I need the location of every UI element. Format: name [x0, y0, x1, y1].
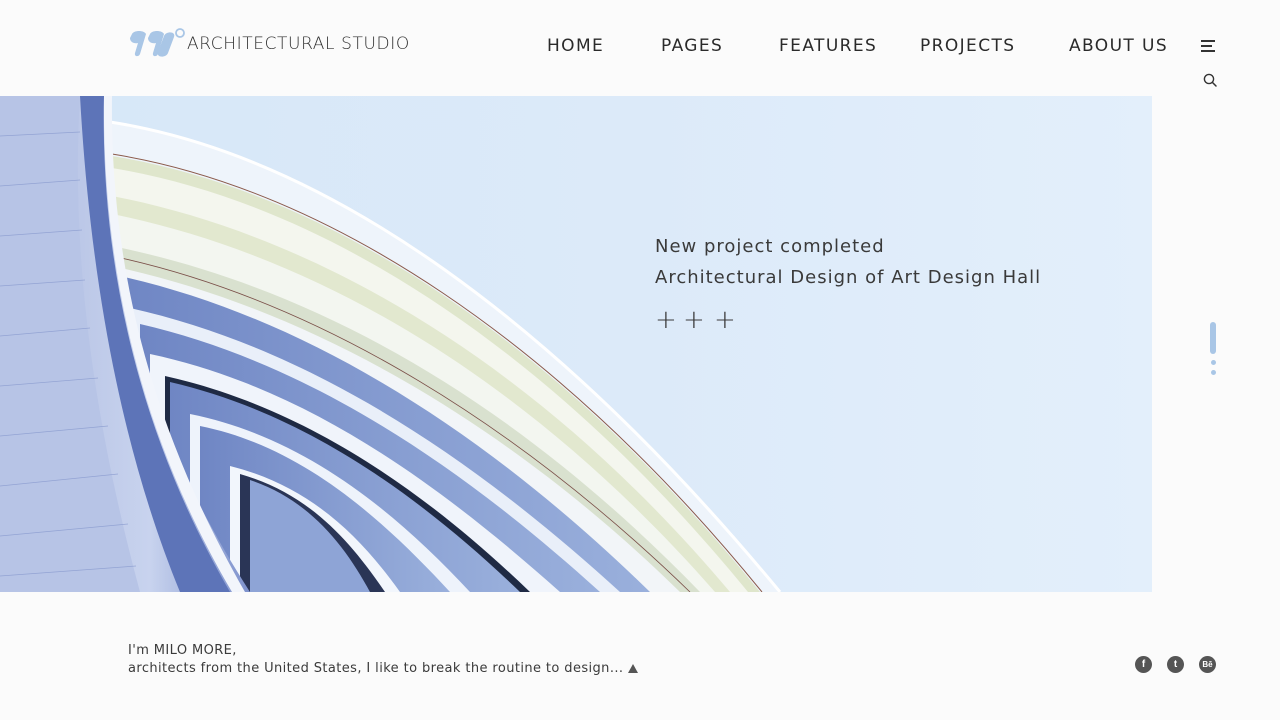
behance-icon[interactable]: Bē — [1199, 656, 1216, 673]
nav-projects[interactable]: PROJECTS — [920, 36, 1015, 56]
facebook-icon[interactable]: f — [1135, 656, 1152, 673]
slide-indicator-dot[interactable] — [1210, 360, 1216, 365]
arrow-up-icon[interactable] — [628, 664, 639, 673]
slide-indicator-dot[interactable] — [1210, 370, 1216, 375]
brand-logo[interactable]: ARCHITECTURAL STUDIO — [128, 28, 410, 60]
nav-about-us[interactable]: ABOUT US — [1069, 36, 1168, 56]
plus-link[interactable]: + — [714, 307, 736, 333]
hero-plus-links: + + + — [655, 307, 736, 333]
search-icon[interactable] — [1202, 72, 1218, 88]
bio-text: I'm MILO MORE, architects from the Unite… — [128, 642, 639, 678]
slide-indicator-active[interactable] — [1210, 322, 1216, 354]
slide-indicator — [1210, 322, 1216, 378]
twitter-icon[interactable]: t — [1167, 656, 1184, 673]
hamburger-menu-icon[interactable] — [1201, 40, 1217, 52]
plus-link[interactable]: + — [683, 307, 705, 333]
nav-features[interactable]: FEATURES — [779, 36, 877, 56]
nav-home[interactable]: HOME — [547, 36, 604, 56]
bio-line1: I'm MILO MORE, — [128, 643, 237, 658]
hero-caption-line2: Architectural Design of Art Design Hall — [655, 267, 1042, 288]
logo-90-degree-icon — [130, 28, 185, 57]
studio-name: ARCHITECTURAL STUDIO — [187, 34, 410, 54]
hero-caption-line1: New project completed — [655, 236, 885, 257]
hero-slider: New project completed Architectural Desi… — [0, 96, 1152, 592]
bio-line2: architects from the United States, I lik… — [128, 661, 624, 676]
plus-link[interactable]: + — [655, 307, 677, 333]
nav-pages[interactable]: PAGES — [661, 36, 723, 56]
hero-architecture-image — [0, 96, 782, 592]
